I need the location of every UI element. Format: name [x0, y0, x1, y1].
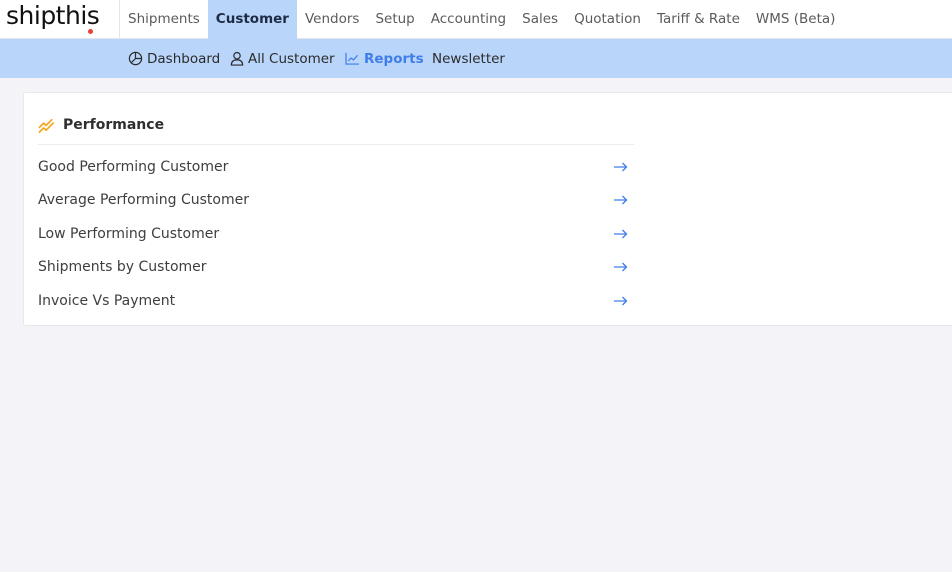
pie-chart-icon — [128, 51, 143, 66]
arrow-right-icon — [614, 229, 628, 239]
nav-shipments[interactable]: Shipments — [120, 0, 208, 39]
report-label: Average Performing Customer — [38, 192, 249, 208]
subnav-all-customer-label: All Customer — [248, 50, 335, 67]
arrow-right-icon — [614, 262, 628, 272]
sub-navbar: Dashboard All Customer Reports Newslette… — [0, 39, 952, 78]
arrow-right-icon — [614, 195, 628, 205]
subnav-reports[interactable]: Reports — [345, 39, 424, 78]
subnav-dashboard[interactable]: Dashboard — [128, 39, 220, 78]
report-label: Good Performing Customer — [38, 159, 229, 175]
report-label: Shipments by Customer — [38, 259, 207, 275]
nav-accounting[interactable]: Accounting — [423, 0, 514, 39]
report-shipments-by-customer[interactable]: Shipments by Customer — [38, 254, 628, 280]
report-average-performing-customer[interactable]: Average Performing Customer — [38, 187, 628, 213]
arrow-right-icon — [614, 162, 628, 172]
report-low-performing-customer[interactable]: Low Performing Customer — [38, 221, 628, 247]
performance-title: Performance — [63, 117, 165, 133]
subnav-reports-label: Reports — [364, 50, 424, 67]
main-nav: Shipments Customer Vendors Setup Account… — [120, 0, 843, 39]
nav-vendors[interactable]: Vendors — [297, 0, 367, 39]
performance-card: Performance Good Performing Customer Ave… — [23, 92, 952, 326]
nav-setup[interactable]: Setup — [367, 0, 422, 39]
nav-quotation[interactable]: Quotation — [566, 0, 649, 39]
subnav-all-customer[interactable]: All Customer — [230, 39, 335, 78]
top-navbar: shipthis Shipments Customer Vendors Setu… — [0, 0, 952, 39]
logo[interactable]: shipthis — [0, 0, 120, 39]
nav-sales[interactable]: Sales — [514, 0, 566, 39]
performance-header: Performance — [38, 115, 634, 145]
report-label: Low Performing Customer — [38, 226, 220, 242]
subnav-newsletter-label: Newsletter — [432, 50, 505, 67]
report-invoice-vs-payment[interactable]: Invoice Vs Payment — [38, 288, 628, 314]
report-good-performing-customer[interactable]: Good Performing Customer — [38, 154, 628, 180]
logo-text: shipthis — [6, 1, 100, 30]
nav-customer[interactable]: Customer — [207, 0, 297, 39]
trending-icon — [38, 118, 54, 133]
subnav-newsletter[interactable]: Newsletter — [432, 39, 505, 78]
user-icon — [230, 51, 244, 66]
line-chart-icon — [345, 52, 359, 65]
arrow-right-icon — [614, 296, 628, 306]
subnav-dashboard-label: Dashboard — [147, 50, 221, 67]
nav-wms-beta[interactable]: WMS (Beta) — [748, 0, 844, 39]
nav-tariff-rate[interactable]: Tariff & Rate — [649, 0, 748, 39]
logo-dot — [88, 29, 93, 34]
report-label: Invoice Vs Payment — [38, 293, 176, 309]
